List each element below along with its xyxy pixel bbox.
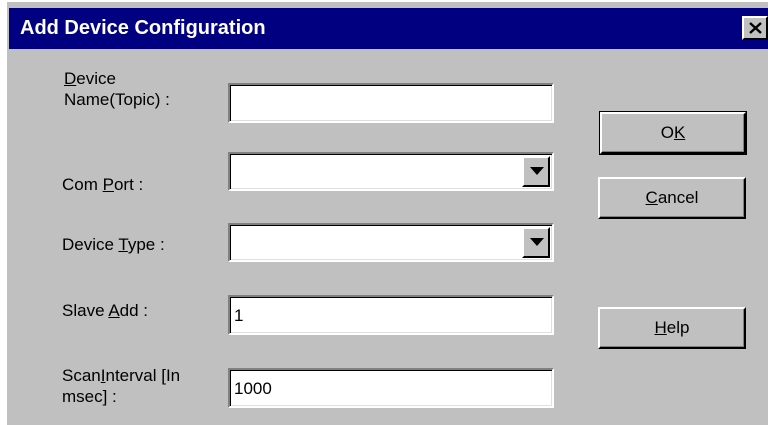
slave-add-value: 1: [234, 306, 244, 325]
ok-button[interactable]: OK: [599, 111, 747, 155]
slave-add-label: Slave Add :: [62, 301, 149, 320]
cancel-button-label: Cancel: [645, 188, 699, 207]
device-name-input[interactable]: [228, 83, 554, 123]
dropdown-arrow-icon: [530, 238, 544, 246]
scan-interval-input[interactable]: 1000: [228, 368, 554, 408]
cancel-button[interactable]: Cancel: [598, 177, 746, 219]
help-button-label: Help: [654, 318, 690, 337]
add-device-dialog: Add Device Configuration Device Name(Top…: [5, 0, 768, 425]
slave-add-input[interactable]: 1: [228, 295, 554, 335]
com-port-select[interactable]: [228, 152, 554, 191]
device-type-label: Device Type :: [62, 235, 165, 254]
scan-interval-label: ScanInterval [In msec] :: [62, 366, 181, 406]
close-x-icon: [749, 22, 762, 34]
com-port-dropdown-button[interactable]: [522, 156, 550, 187]
device-name-label: Device Name(Topic) :: [64, 69, 170, 109]
help-button[interactable]: Help: [598, 307, 746, 349]
title-bar[interactable]: Add Device Configuration: [9, 8, 768, 49]
ok-button-label: OK: [660, 123, 686, 142]
dialog-title: Add Device Configuration: [20, 17, 266, 39]
com-port-label: Com Port :: [62, 175, 144, 194]
device-type-dropdown-button[interactable]: [522, 227, 550, 258]
close-button[interactable]: [742, 16, 768, 40]
scan-interval-value: 1000: [234, 379, 272, 398]
device-type-select[interactable]: [228, 223, 554, 262]
dropdown-arrow-icon: [530, 167, 544, 175]
